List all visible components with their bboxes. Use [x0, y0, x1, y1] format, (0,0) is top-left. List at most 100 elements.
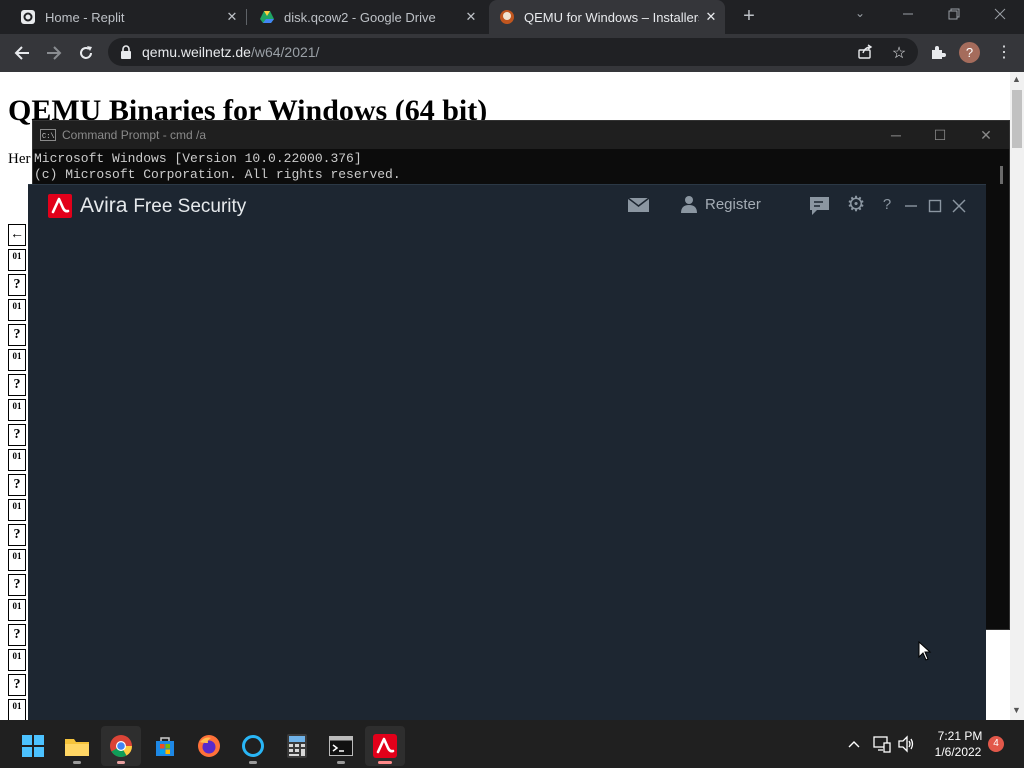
svg-text:C:\: C:\ — [42, 133, 55, 141]
file-type-icon[interactable]: ? — [8, 424, 26, 446]
reload-icon — [80, 46, 92, 59]
url-text[interactable]: qemu.weilnetz.de/w64/2021/ — [142, 44, 319, 60]
terminal-icon[interactable] — [321, 726, 361, 766]
windows-start-icon[interactable] — [13, 726, 53, 766]
tab-label: QEMU for Windows – Installers ( — [524, 9, 699, 25]
file-type-icon[interactable]: 01 — [8, 449, 26, 471]
running-indicator — [337, 761, 345, 764]
file-type-icon[interactable]: 01 — [8, 549, 26, 571]
replit-icon — [20, 9, 36, 25]
url-path: /w64/2021/ — [250, 44, 320, 60]
cmd-output-line: Microsoft Windows [Version 10.0.22000.37… — [34, 151, 362, 166]
feedback-icon[interactable] — [809, 196, 830, 216]
profile-avatar[interactable]: ? — [959, 42, 980, 63]
mail-icon[interactable] — [627, 197, 650, 213]
tab-search-chevron-icon[interactable]: ⌄ — [855, 6, 865, 20]
lock-icon[interactable] — [119, 44, 133, 60]
bookmark-star-icon[interactable]: ☆ — [890, 43, 908, 62]
file-type-icon[interactable]: ← — [8, 224, 26, 246]
back-button[interactable] — [11, 42, 33, 64]
url-host: qemu.weilnetz.de — [142, 44, 251, 60]
network-icon[interactable] — [873, 735, 891, 753]
scrollbar-thumb[interactable] — [1012, 90, 1022, 148]
tab-qemu[interactable]: QEMU for Windows – Installers ( ✕ — [489, 0, 725, 34]
cmd-close-icon[interactable]: ✕ — [976, 125, 996, 145]
file-explorer-icon[interactable] — [57, 726, 97, 766]
forward-button[interactable] — [43, 42, 65, 64]
scroll-up-arrow-icon[interactable]: ▲ — [1012, 74, 1021, 84]
file-type-icon[interactable]: 01 — [8, 499, 26, 521]
close-window-icon[interactable] — [992, 6, 1008, 22]
register-link[interactable]: Register — [705, 196, 761, 213]
mouse-cursor-icon — [918, 640, 932, 661]
cmd-scrollbar[interactable] — [1000, 166, 1003, 184]
file-type-icon[interactable]: ? — [8, 624, 26, 646]
running-indicator — [117, 761, 125, 764]
qemu-icon — [499, 9, 515, 25]
avira-product-name: Free Security — [133, 196, 247, 217]
avira-app-title: Avira Free Security — [80, 194, 246, 218]
chrome-icon[interactable] — [101, 726, 141, 766]
file-type-icon[interactable]: ? — [8, 324, 26, 346]
tab-label: disk.qcow2 - Google Drive — [284, 9, 436, 25]
volume-icon[interactable] — [897, 735, 915, 753]
close-tab-icon[interactable]: ✕ — [224, 9, 240, 25]
avira-maximize-icon[interactable] — [927, 198, 943, 214]
file-type-icon[interactable]: 01 — [8, 299, 26, 321]
avira-logo-icon — [48, 194, 72, 218]
clock-time[interactable]: 7:21 PM — [936, 729, 984, 743]
tab-label: Home - Replit — [45, 9, 125, 25]
page-scrollbar[interactable] — [1010, 72, 1024, 720]
minimize-icon[interactable] — [900, 6, 916, 22]
file-type-icon[interactable]: 01 — [8, 699, 26, 721]
command-prompt-title: Command Prompt - cmd /a — [62, 128, 207, 142]
tab-google-drive[interactable]: disk.qcow2 - Google Drive ✕ — [251, 0, 485, 34]
file-type-icon[interactable]: ? — [8, 274, 26, 296]
avira-brand: Avira — [80, 194, 128, 217]
cmd-app-icon: C:\ — [40, 128, 56, 141]
notification-badge[interactable]: 4 — [988, 736, 1004, 752]
new-tab-button[interactable]: + — [738, 5, 760, 27]
help-icon[interactable]: ? — [879, 196, 895, 214]
share-icon[interactable] — [857, 44, 873, 60]
microsoft-store-icon[interactable] — [145, 726, 185, 766]
file-type-icon[interactable]: ? — [8, 674, 26, 696]
file-type-icon[interactable]: 01 — [8, 399, 26, 421]
file-type-icon[interactable]: 01 — [8, 349, 26, 371]
file-type-icon[interactable]: 01 — [8, 599, 26, 621]
close-tab-icon[interactable]: ✕ — [463, 9, 479, 25]
avira-minimize-icon[interactable] — [903, 198, 919, 214]
settings-gear-icon[interactable]: ⚙ — [845, 194, 867, 216]
scroll-down-arrow-icon[interactable]: ▼ — [1012, 705, 1021, 715]
file-type-icon[interactable]: ? — [8, 524, 26, 546]
forward-arrow-icon — [47, 46, 62, 60]
clock-date[interactable]: 1/6/2022 — [930, 745, 986, 759]
avira-close-icon[interactable] — [951, 198, 967, 214]
close-tab-icon[interactable]: ✕ — [703, 9, 719, 25]
avira-window[interactable] — [28, 184, 986, 724]
file-type-icon[interactable]: ? — [8, 374, 26, 396]
file-type-icon[interactable]: ? — [8, 574, 26, 596]
cmd-maximize-icon[interactable]: ☐ — [930, 125, 950, 145]
cortana-icon[interactable] — [233, 726, 273, 766]
google-drive-icon — [259, 9, 275, 25]
back-arrow-icon — [14, 46, 29, 60]
user-icon[interactable] — [680, 195, 698, 213]
file-type-icon[interactable]: 01 — [8, 249, 26, 271]
avira-icon[interactable] — [365, 726, 405, 766]
reload-button[interactable] — [75, 42, 97, 64]
calculator-icon[interactable] — [277, 726, 317, 766]
page-intro-text: Her — [8, 151, 31, 167]
cmd-minimize-icon[interactable]: ─ — [886, 125, 906, 145]
file-type-icon[interactable]: ? — [8, 474, 26, 496]
restore-icon[interactable] — [946, 6, 962, 22]
tab-replit[interactable]: Home - Replit ✕ — [12, 0, 247, 34]
browser-menu-icon[interactable]: ⋮ — [996, 42, 1012, 62]
firefox-icon[interactable] — [189, 726, 229, 766]
running-indicator — [249, 761, 257, 764]
active-indicator — [378, 761, 392, 764]
show-hidden-icons-chevron-icon[interactable] — [846, 736, 862, 752]
file-type-icon[interactable]: 01 — [8, 649, 26, 671]
extensions-icon[interactable] — [929, 43, 947, 61]
cmd-output-line: (c) Microsoft Corporation. All rights re… — [34, 167, 401, 182]
